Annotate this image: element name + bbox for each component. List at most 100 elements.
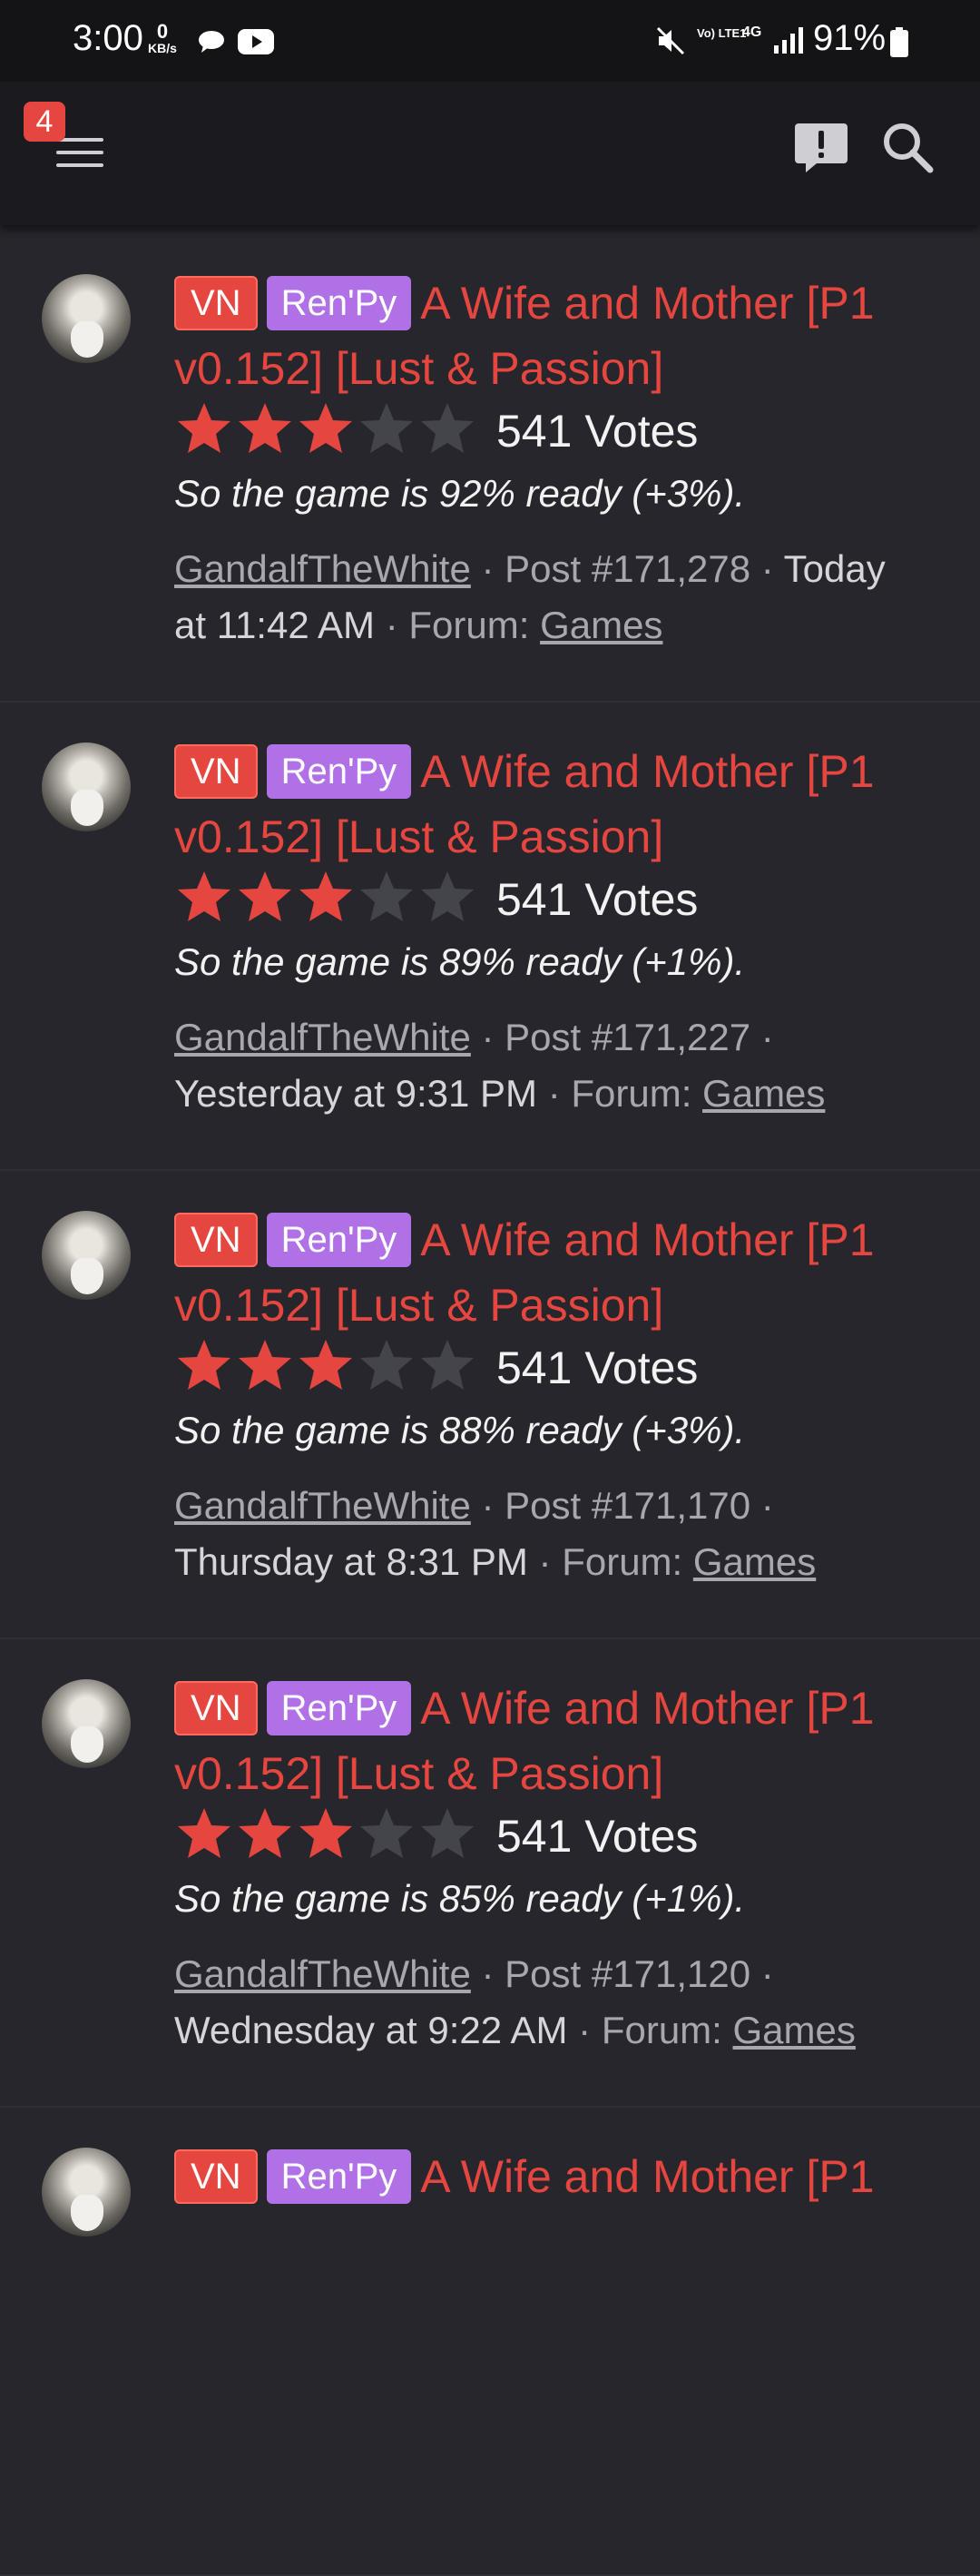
star-empty-icon xyxy=(360,870,413,921)
signal-icon xyxy=(774,27,803,54)
stars-container xyxy=(174,868,478,932)
thread-title-line: VN Ren'Py A Wife and Mother [P1 xyxy=(174,2144,918,2209)
tag-renpy[interactable]: Ren'Py xyxy=(266,1213,412,1267)
list-item[interactable]: VN Ren'Py A Wife and Mother [P1 v0.152] [L… xyxy=(0,234,980,703)
hamburger-icon-bar xyxy=(56,151,103,154)
network-type: 4G xyxy=(742,25,762,40)
tag-vn[interactable]: VN xyxy=(174,1681,258,1735)
thread-title-line: VN Ren'Py A Wife and Mother [P1 v0.152] [L… xyxy=(174,1207,918,1338)
stars-container xyxy=(174,1336,478,1401)
star-filled-icon xyxy=(239,1807,291,1858)
list-item[interactable]: VN Ren'Py A Wife and Mother [P1 v0.152] [L… xyxy=(0,1171,980,1639)
tag-vn[interactable]: VN xyxy=(174,276,258,330)
forum-link[interactable]: Games xyxy=(733,2009,856,2051)
star-empty-icon xyxy=(360,1339,413,1390)
author-link[interactable]: GandalfTheWhite xyxy=(174,1484,471,1527)
battery-percent: 91% xyxy=(813,18,887,58)
post-snippet: So the game is 89% ready (+1%). xyxy=(174,940,746,983)
separator-dot: · xyxy=(750,1952,774,1995)
forum-link[interactable]: Games xyxy=(693,1540,816,1583)
post-snippet: So the game is 92% ready (+3%). xyxy=(174,472,746,515)
author-link[interactable]: GandalfTheWhite xyxy=(174,547,471,590)
votes-count: 541 Votes xyxy=(496,1811,699,1862)
star-filled-icon xyxy=(178,402,230,453)
star-filled-icon xyxy=(239,1339,291,1390)
star-filled-icon xyxy=(239,870,291,921)
youtube-icon xyxy=(238,29,274,54)
votes-count: 541 Votes xyxy=(496,874,699,925)
separator-dot: · xyxy=(567,2009,602,2051)
rating-stars: 541 Votes xyxy=(174,1804,698,1868)
separator-dot: · xyxy=(750,547,784,590)
separator-dot: · xyxy=(470,1484,505,1527)
stars-container xyxy=(174,1804,478,1869)
search-icon[interactable] xyxy=(882,122,935,174)
star-filled-icon xyxy=(239,402,291,453)
post-feed: VN Ren'Py A Wife and Mother [P1 v0.152] [L… xyxy=(0,234,980,2576)
mute-icon xyxy=(656,26,685,55)
post-meta: GandalfTheWhite · Post #171,227 · Yester… xyxy=(174,1009,927,1122)
author-link[interactable]: GandalfTheWhite xyxy=(174,1016,471,1058)
star-empty-icon xyxy=(421,1339,474,1390)
star-filled-icon xyxy=(299,402,352,453)
list-item[interactable]: VN Ren'Py A Wife and Mother [P1 xyxy=(0,2108,980,2576)
star-filled-icon xyxy=(299,1807,352,1858)
post-meta: GandalfTheWhite · Post #171,278 · Today … xyxy=(174,541,927,654)
star-empty-icon xyxy=(360,402,413,453)
list-item[interactable]: VN Ren'Py A Wife and Mother [P1 v0.152] [L… xyxy=(0,1639,980,2108)
post-snippet: So the game is 88% ready (+3%). xyxy=(174,1409,746,1451)
separator-dot: · xyxy=(527,1540,563,1583)
post-date: Wednesday at 9:22 AM xyxy=(174,2009,568,2051)
forum-link[interactable]: Games xyxy=(540,604,662,646)
network-speed: 0 KB/s xyxy=(148,22,177,55)
star-filled-icon xyxy=(178,870,230,921)
rating-stars: 541 Votes xyxy=(174,1336,698,1400)
separator-dot: · xyxy=(750,1016,774,1058)
list-item[interactable]: VN Ren'Py A Wife and Mother [P1 v0.152] [L… xyxy=(0,703,980,1171)
network-speed-value: 0 xyxy=(156,20,169,43)
separator-dot: · xyxy=(470,1016,505,1058)
post-snippet: So the game is 85% ready (+1%). xyxy=(174,1877,746,1920)
thread-title-line: VN Ren'Py A Wife and Mother [P1 v0.152] [L… xyxy=(174,739,918,870)
separator-dot: · xyxy=(537,1072,572,1115)
alerts-icon[interactable] xyxy=(793,120,849,176)
post-number: Post #171,120 xyxy=(505,1952,751,1995)
avatar[interactable] xyxy=(42,1211,131,1300)
tag-renpy[interactable]: Ren'Py xyxy=(266,744,412,799)
tag-vn[interactable]: VN xyxy=(174,1213,258,1267)
star-empty-icon xyxy=(421,870,474,921)
star-filled-icon xyxy=(178,1339,230,1390)
forum-label: Forum: xyxy=(562,1540,683,1583)
tag-vn[interactable]: VN xyxy=(174,744,258,799)
post-date: Yesterday at 9:31 PM xyxy=(174,1072,538,1115)
post-number: Post #171,278 xyxy=(505,547,751,590)
tag-renpy[interactable]: Ren'Py xyxy=(266,1681,412,1735)
forum-link[interactable]: Games xyxy=(702,1072,825,1115)
star-filled-icon xyxy=(178,1807,230,1858)
star-filled-icon xyxy=(299,1339,352,1390)
thread-title-line: VN Ren'Py A Wife and Mother [P1 v0.152] [L… xyxy=(174,1676,918,1806)
post-meta: GandalfTheWhite · Post #171,170 · Thursd… xyxy=(174,1478,927,1590)
thread-title-link[interactable]: A Wife and Mother [P1 xyxy=(420,2151,874,2202)
avatar[interactable] xyxy=(42,2148,131,2237)
forum-label: Forum: xyxy=(601,2009,722,2051)
avatar[interactable] xyxy=(42,742,131,831)
separator-dot: · xyxy=(470,547,505,590)
thread-title-line: VN Ren'Py A Wife and Mother [P1 v0.152] [L… xyxy=(174,270,918,401)
separator-dot: · xyxy=(750,1484,774,1527)
stars-container xyxy=(174,399,478,464)
forum-label: Forum: xyxy=(571,1072,692,1115)
app-header: 4 xyxy=(0,82,980,225)
notification-badge[interactable]: 4 xyxy=(24,102,65,142)
battery-icon xyxy=(890,27,908,57)
tag-vn[interactable]: VN xyxy=(174,2149,258,2204)
hamburger-icon-bar xyxy=(56,163,103,167)
tag-renpy[interactable]: Ren'Py xyxy=(266,276,412,330)
forum-label: Forum: xyxy=(408,604,530,646)
avatar[interactable] xyxy=(42,1679,131,1768)
avatar[interactable] xyxy=(42,274,131,363)
author-link[interactable]: GandalfTheWhite xyxy=(174,1952,471,1995)
status-bar: 3:00 0 KB/s Vo) LTE1 4G 91% xyxy=(0,0,980,82)
tag-renpy[interactable]: Ren'Py xyxy=(266,2149,412,2204)
post-date: Thursday at 8:31 PM xyxy=(174,1540,528,1583)
